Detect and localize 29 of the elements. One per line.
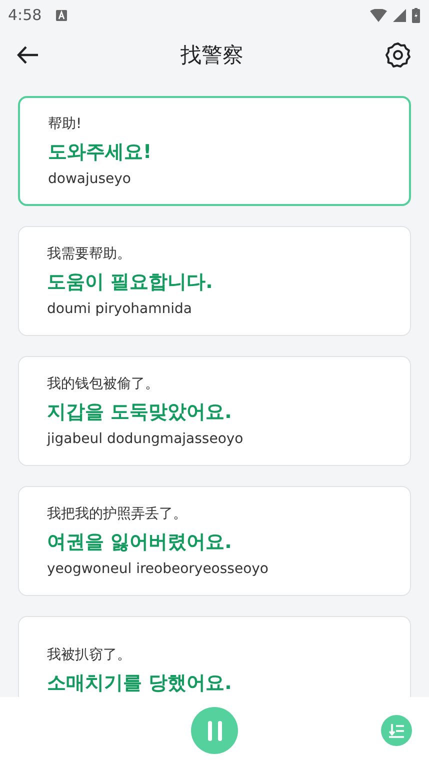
romanization-text: doumi piryohamnida	[47, 301, 194, 317]
phrase-card[interactable]: 我的钱包被偷了。 지갑을 도둑맞았어요. jigabeul dodungmajasseoyo	[18, 356, 411, 466]
romanization-text: dowajuseyo	[48, 171, 132, 187]
chinese-text: 我需要帮助。	[47, 245, 132, 263]
status-time: 4:58	[8, 6, 42, 24]
wifi-icon	[370, 8, 387, 22]
romanization-text: yeogwoneul ireobeoryeosseoyo	[47, 561, 270, 577]
romanization-text: jigabeul dodungmajasseoyo	[47, 431, 244, 447]
chinese-text: 帮助!	[48, 115, 83, 133]
phrase-card[interactable]: 我被扒窃了。 소매치기를 당했어요.	[18, 616, 411, 697]
korean-text: 여권을 잃어버렸어요.	[47, 530, 233, 555]
chinese-text: 我把我的护照弄丢了。	[47, 505, 188, 523]
phrase-card[interactable]: 帮助! 도와주세요! dowajuseyo	[18, 96, 411, 206]
chinese-text: 我被扒窃了。	[47, 646, 132, 664]
back-arrow-icon[interactable]	[17, 46, 39, 64]
korean-text: 도와주세요!	[48, 140, 153, 165]
korean-text: 소매치기를 당했어요.	[47, 671, 233, 696]
phrase-card[interactable]: 我需要帮助。 도움이 필요합니다. doumi piryohamnida	[18, 226, 411, 336]
korean-text: 지갑을 도둑맞았어요.	[47, 400, 233, 425]
pause-icon	[206, 720, 222, 740]
phrase-card[interactable]: 我把我的护照弄丢了。 여권을 잃어버렸어요. yeogwoneul ireobeoryeosseoyo	[18, 486, 411, 596]
page-title: 找警察	[180, 42, 244, 69]
battery-icon	[412, 8, 420, 22]
notification-icon	[56, 10, 67, 20]
signal-icon	[393, 8, 406, 22]
chinese-text: 我的钱包被偷了。	[47, 375, 160, 393]
sort-list-icon	[388, 724, 404, 738]
settings-icon[interactable]	[385, 42, 411, 68]
korean-text: 도움이 필요합니다.	[47, 270, 214, 295]
